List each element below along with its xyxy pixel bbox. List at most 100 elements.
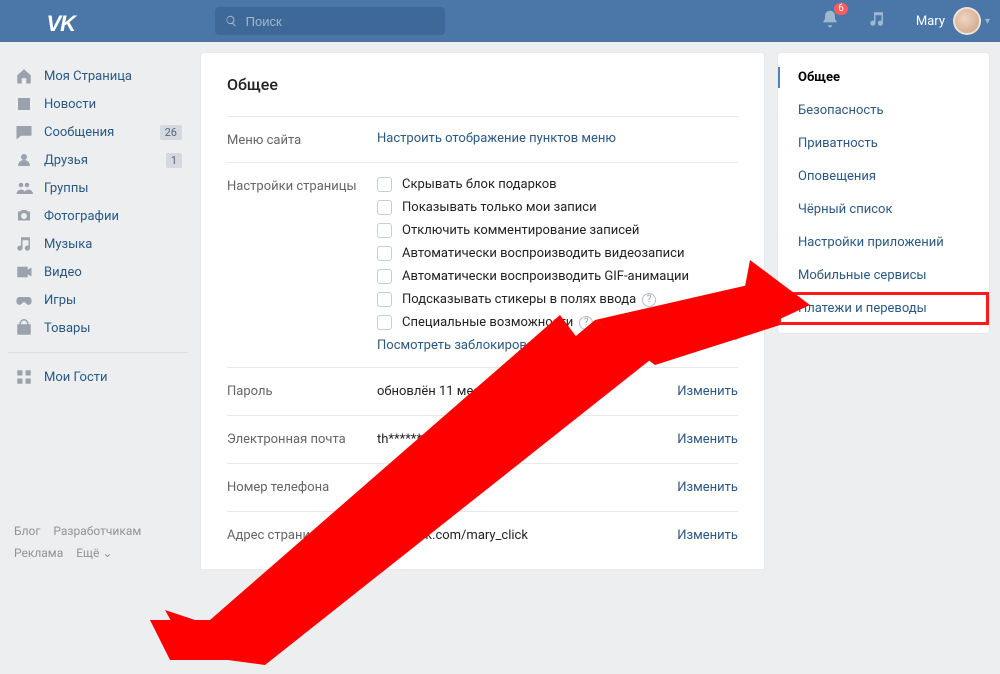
checkbox[interactable] (377, 246, 392, 261)
checkbox[interactable] (377, 315, 392, 330)
checkbox-label: Специальные возможности (402, 315, 573, 330)
notif-badge: 6 (834, 3, 848, 15)
section-label-page: Настройки страницы (227, 177, 377, 353)
row-change-link[interactable]: Изменить (677, 384, 738, 399)
row-label: Электронная почта (227, 432, 377, 447)
music-icon (868, 10, 886, 28)
checkbox[interactable] (377, 223, 392, 238)
checkbox-label: Отключить комментирование записей (402, 223, 639, 238)
goods-icon (14, 319, 34, 337)
checkbox-label: Показывать только мои записи (402, 200, 597, 215)
setting-checkbox-row[interactable]: Скрывать блок подарков (377, 177, 738, 192)
settings-tab[interactable]: Настройки приложений (778, 226, 989, 259)
sidebar-item-games[interactable]: Игры (8, 286, 188, 314)
user-name: Mary (916, 14, 945, 29)
home-icon (14, 67, 34, 85)
sidebar-item-friends[interactable]: Друзья 1 (8, 146, 188, 174)
music-button[interactable] (868, 10, 916, 32)
checkbox-label: Подсказывать стикеры в полях ввода (402, 292, 636, 307)
row-label: Пароль (227, 384, 377, 399)
video-icon (14, 263, 34, 281)
sidebar-item-video[interactable]: Видео (8, 258, 188, 286)
search-input[interactable] (246, 14, 435, 29)
sidebar-label: Сообщения (44, 125, 114, 140)
vk-logo[interactable]: VK (16, 5, 75, 37)
sidebar-label: Группы (44, 181, 88, 196)
settings-row: Номер телефона+7 *** *** ** 15Изменить (227, 463, 738, 511)
page-title: Общее (227, 75, 738, 94)
row-change-link[interactable]: Изменить (677, 480, 738, 495)
checkbox-label: Автоматически воспроизводить видеозаписи (402, 246, 684, 261)
search-box[interactable] (215, 7, 445, 35)
footer-links: Блог Разработчикам Реклама Ещё ⌄ (8, 521, 188, 564)
setting-checkbox-row[interactable]: Отключить комментирование записей (377, 223, 738, 238)
sidebar-item-goods[interactable]: Товары (8, 314, 188, 342)
settings-panel: Общее Меню сайта Настроить отображение п… (200, 52, 765, 570)
row-value: th********om (377, 432, 677, 447)
settings-tab[interactable]: Приватность (778, 127, 989, 160)
setting-checkbox-row[interactable]: Показывать только мои записи (377, 200, 738, 215)
footer-more[interactable]: Ещё ⌄ (76, 546, 112, 560)
sidebar-item-home[interactable]: Моя Страница (8, 62, 188, 90)
row-value: обновлён 11 месяцев назад (377, 384, 677, 399)
checkbox-label: Автоматически воспроизводить GIF-анимаци… (402, 269, 689, 284)
sidebar-item-photo[interactable]: Фотографии (8, 202, 188, 230)
sidebar-count: 1 (166, 153, 182, 168)
setting-checkbox-row[interactable]: Автоматически воспроизводить GIF-анимаци… (377, 269, 738, 284)
checkbox-label: Скрывать блок подарков (402, 177, 557, 192)
top-header: VK 6 Mary ▾ (0, 0, 1000, 42)
groups-icon (14, 179, 34, 197)
settings-tab[interactable]: Оповещения (778, 160, 989, 193)
sidebar-count: 26 (160, 125, 182, 140)
checkbox[interactable] (377, 269, 392, 284)
footer-ad[interactable]: Реклама (14, 546, 63, 560)
footer-dev[interactable]: Разработчикам (53, 524, 141, 538)
configure-menu-link[interactable]: Настроить отображение пунктов меню (377, 131, 616, 146)
checkbox[interactable] (377, 292, 392, 307)
music-icon (14, 235, 34, 253)
left-sidebar: Моя Страница Новости Сообщения 26 Друзья 1 Гру… (8, 52, 188, 570)
row-value: https://vk.com/mary_click (377, 528, 677, 543)
settings-tab[interactable]: Чёрный список (778, 193, 989, 226)
sidebar-label: Игры (44, 293, 76, 308)
settings-tab[interactable]: Безопасность (778, 94, 989, 127)
photo-icon (14, 207, 34, 225)
setting-checkbox-row[interactable]: Подсказывать стикеры в полях ввода? (377, 292, 738, 307)
sidebar-label: Видео (44, 265, 82, 280)
setting-checkbox-row[interactable]: Автоматически воспроизводить видеозаписи (377, 246, 738, 261)
sidebar-item-guests[interactable]: Мои Гости (8, 363, 188, 391)
notifications-button[interactable]: 6 (820, 9, 840, 33)
settings-tab[interactable]: Платежи и переводы (778, 292, 989, 325)
checkbox[interactable] (377, 200, 392, 215)
settings-row: Парольобновлён 11 месяцев назадИзменить (227, 367, 738, 415)
sidebar-label: Музыка (44, 237, 92, 252)
footer-blog[interactable]: Блог (14, 524, 40, 538)
sidebar-label: Мои Гости (44, 370, 108, 385)
sidebar-item-news[interactable]: Новости (8, 90, 188, 118)
avatar (953, 7, 981, 35)
row-change-link[interactable]: Изменить (677, 432, 738, 447)
settings-tab[interactable]: Общее (778, 61, 989, 94)
settings-row: Адрес страницыhttps://vk.com/mary_clickИ… (227, 511, 738, 559)
help-icon[interactable]: ? (579, 316, 593, 330)
row-label: Адрес страницы (227, 528, 377, 543)
sidebar-item-music[interactable]: Музыка (8, 230, 188, 258)
user-menu[interactable]: Mary ▾ (916, 7, 990, 35)
guests-icon (14, 368, 34, 386)
settings-tab[interactable]: Мобильные сервисы (778, 259, 989, 292)
row-change-link[interactable]: Изменить (677, 528, 738, 543)
sidebar-label: Товары (44, 321, 90, 336)
sidebar-item-msg[interactable]: Сообщения 26 (8, 118, 188, 146)
row-label: Номер телефона (227, 480, 377, 495)
sidebar-label: Моя Страница (44, 69, 132, 84)
friends-icon (14, 151, 34, 169)
section-label-menu: Меню сайта (227, 131, 377, 148)
setting-checkbox-row[interactable]: Специальные возможности? (377, 315, 738, 330)
games-icon (14, 291, 34, 309)
search-icon (225, 14, 238, 28)
blocked-apps-link[interactable]: Посмотреть заблокированные приложения (377, 338, 645, 353)
checkbox[interactable] (377, 177, 392, 192)
sidebar-item-groups[interactable]: Группы (8, 174, 188, 202)
help-icon[interactable]: ? (642, 293, 656, 307)
sidebar-label: Друзья (44, 153, 88, 168)
